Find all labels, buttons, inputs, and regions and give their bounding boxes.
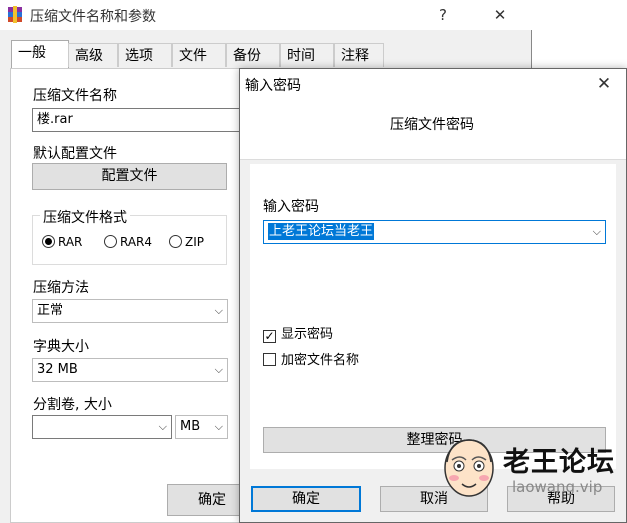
method-label: 压缩方法 bbox=[33, 280, 89, 296]
tab-time[interactable]: 时间 bbox=[280, 43, 334, 67]
format-rar4-label: RAR4 bbox=[120, 235, 153, 249]
dialog-titlebar: 输入密码 ✕ bbox=[240, 69, 626, 99]
format-rar4-radio[interactable]: RAR4 bbox=[104, 235, 152, 249]
method-select[interactable]: 正常 ⌵ bbox=[32, 299, 228, 323]
encrypt-names-label: 加密文件名称 bbox=[281, 353, 360, 368]
profile-button[interactable]: 配置文件 bbox=[32, 163, 227, 190]
show-password-label: 显示密码 bbox=[281, 327, 334, 342]
chevron-down-icon: ⌵ bbox=[158, 420, 167, 433]
tab-backup[interactable]: 备份 bbox=[226, 43, 280, 67]
password-input[interactable]: 上老王论坛当老王 ⌵ bbox=[263, 220, 606, 244]
chevron-down-icon: ⌵ bbox=[592, 225, 601, 238]
format-group-label: 压缩文件格式 bbox=[40, 207, 130, 227]
format-zip-label: ZIP bbox=[185, 235, 204, 249]
tab-options[interactable]: 选项 bbox=[118, 43, 172, 67]
radio-selected-icon bbox=[42, 235, 55, 248]
format-rar-label: RAR bbox=[58, 235, 83, 249]
old-man-mascot-icon bbox=[444, 439, 494, 497]
tab-advanced[interactable]: 高级 bbox=[68, 43, 118, 67]
checkmark-icon: ✓ bbox=[263, 329, 276, 343]
encrypt-names-checkbox[interactable]: 加密文件名称 bbox=[263, 349, 359, 368]
split-label: 分割卷, 大小 bbox=[33, 397, 112, 413]
password-value: 上老王论坛当老王 bbox=[268, 223, 375, 240]
password-label: 输入密码 bbox=[263, 199, 319, 215]
default-profile-label: 默认配置文件 bbox=[33, 146, 117, 162]
split-size-input[interactable]: ⌵ bbox=[32, 415, 172, 439]
archive-name-input[interactable]: 楼.rar bbox=[32, 108, 242, 132]
dict-value: 32 MB bbox=[37, 362, 78, 377]
watermark-url: laowang.vip bbox=[512, 478, 603, 496]
tab-general[interactable]: 一般 bbox=[11, 40, 69, 69]
tab-comment[interactable]: 注释 bbox=[334, 43, 384, 67]
dialog-heading: 压缩文件密码 bbox=[390, 117, 474, 133]
format-rar-radio[interactable]: RAR bbox=[42, 235, 82, 249]
radio-unselected-icon bbox=[169, 235, 182, 248]
format-zip-radio[interactable]: ZIP bbox=[169, 235, 204, 249]
watermark-text: 老王论坛 bbox=[503, 447, 615, 478]
chevron-down-icon: ⌵ bbox=[214, 304, 223, 317]
help-icon[interactable]: ? bbox=[428, 3, 458, 27]
chevron-down-icon: ⌵ bbox=[214, 420, 223, 433]
archive-name-label: 压缩文件名称 bbox=[33, 88, 117, 104]
main-close-icon[interactable]: ✕ bbox=[485, 3, 515, 27]
main-titlebar: 压缩文件名称和参数 ? ✕ bbox=[0, 0, 532, 30]
main-window-title: 压缩文件名称和参数 bbox=[30, 9, 156, 25]
winrar-app-icon bbox=[8, 6, 22, 23]
show-password-checkbox[interactable]: ✓ 显示密码 bbox=[263, 323, 333, 343]
tab-files[interactable]: 文件 bbox=[172, 43, 226, 67]
split-unit-select[interactable]: MB ⌵ bbox=[175, 415, 228, 439]
chevron-down-icon: ⌵ bbox=[214, 363, 223, 376]
split-unit-value: MB bbox=[180, 419, 201, 434]
dict-label: 字典大小 bbox=[33, 339, 89, 355]
radio-unselected-icon bbox=[104, 235, 117, 248]
dialog-ok-button[interactable]: 确定 bbox=[251, 486, 361, 512]
dialog-close-icon[interactable]: ✕ bbox=[589, 72, 619, 96]
checkbox-empty-icon bbox=[263, 353, 276, 366]
dict-select[interactable]: 32 MB ⌵ bbox=[32, 358, 228, 382]
dialog-title: 输入密码 bbox=[245, 78, 301, 94]
method-value: 正常 bbox=[37, 303, 64, 318]
